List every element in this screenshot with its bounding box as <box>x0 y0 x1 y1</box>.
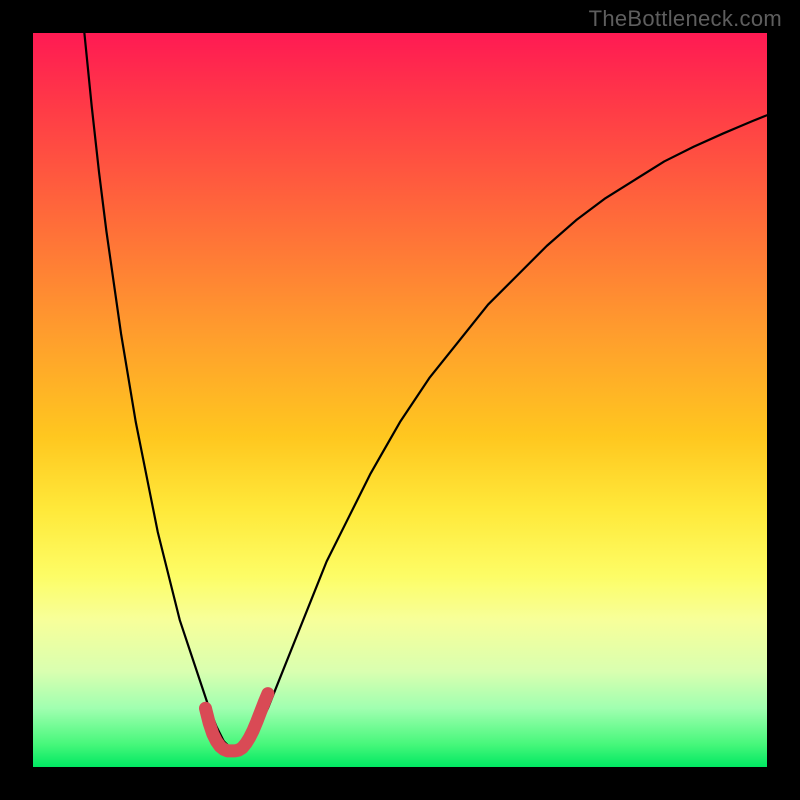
red-bottom-overlay <box>205 694 267 751</box>
black-curve <box>84 33 767 751</box>
curve-svg <box>33 33 767 767</box>
chart-frame: TheBottleneck.com <box>0 0 800 800</box>
plot-area <box>33 33 767 767</box>
watermark-text: TheBottleneck.com <box>589 6 782 32</box>
